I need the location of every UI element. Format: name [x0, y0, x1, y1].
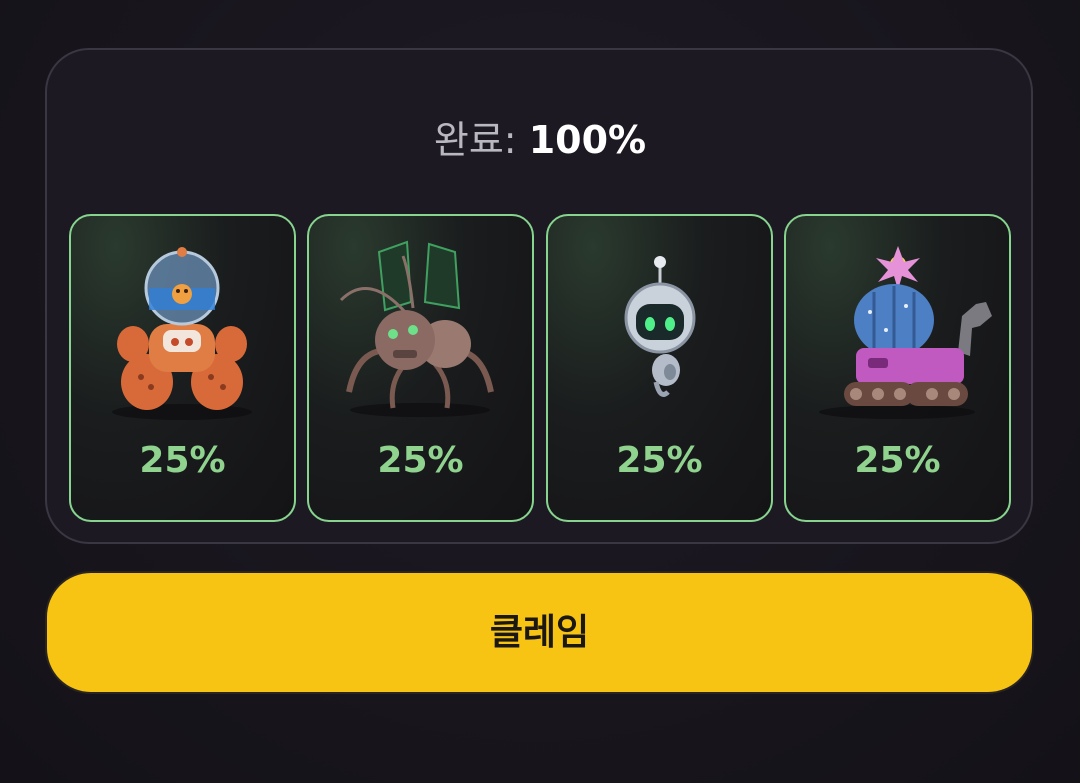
reward-card-floating-droid[interactable]: 25%	[546, 214, 773, 522]
card-percent: 25%	[377, 440, 464, 481]
reward-card-diver-mech[interactable]: 25%	[69, 214, 296, 522]
card-percent: 25%	[854, 440, 941, 481]
claim-button[interactable]: 클레임	[45, 571, 1034, 694]
completion-title: 완료: 100%	[0, 112, 1080, 168]
card-percent: 25%	[139, 440, 226, 481]
floating-droid-icon	[624, 256, 696, 397]
mech-ant-icon	[339, 240, 494, 417]
diver-mech-icon	[112, 247, 252, 420]
completion-label: 완료:	[433, 118, 517, 162]
reward-card-mech-ant[interactable]: 25%	[307, 214, 534, 522]
card-percent: 25%	[616, 440, 703, 481]
cactus-tank-icon	[819, 246, 992, 419]
reward-card-cactus-tank[interactable]: 25%	[784, 214, 1011, 522]
completion-value: 100%	[528, 118, 647, 162]
